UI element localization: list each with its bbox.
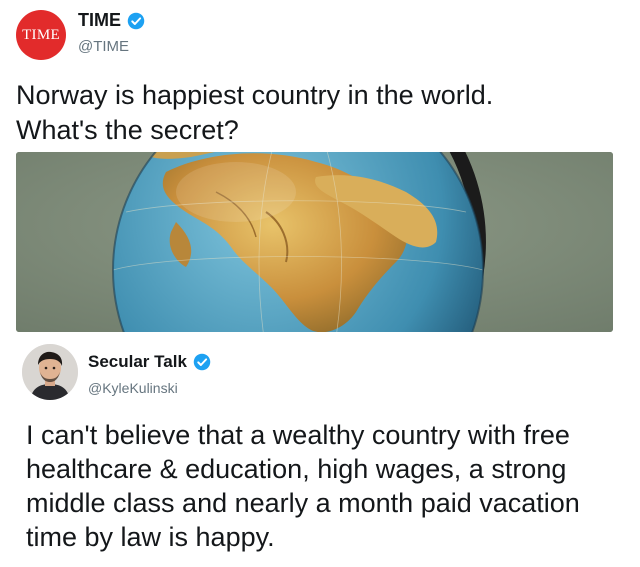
secular-talk-display-name[interactable]: Secular Talk [88, 352, 187, 372]
time-name-row: TIME [78, 10, 145, 31]
globe-photo-icon [16, 152, 613, 332]
time-avatar-logo: TIME [22, 26, 60, 43]
verified-badge-icon [193, 353, 211, 371]
secular-talk-avatar[interactable] [22, 344, 78, 400]
time-handle[interactable]: @TIME [78, 38, 129, 55]
secular-talk-tweet-text: I can't believe that a wealthy country w… [26, 420, 580, 552]
time-tweet-text-line1: Norway is happiest country in the world. [16, 80, 494, 110]
person-avatar-icon [22, 344, 78, 400]
time-avatar[interactable]: TIME [16, 10, 66, 60]
secular-talk-name-row: Secular Talk [88, 352, 211, 372]
secular-talk-handle[interactable]: @KyleKulinski [88, 380, 178, 396]
time-tweet: TIME TIME @TIME Norway is happiest count… [0, 0, 640, 340]
time-tweet-text-line2: What's the secret? [16, 115, 239, 145]
verified-badge-icon [127, 12, 145, 29]
time-tweet-text: Norway is happiest country in the world.… [16, 78, 616, 148]
time-display-name[interactable]: TIME [78, 10, 121, 31]
tweet-image-globe[interactable] [16, 152, 613, 332]
